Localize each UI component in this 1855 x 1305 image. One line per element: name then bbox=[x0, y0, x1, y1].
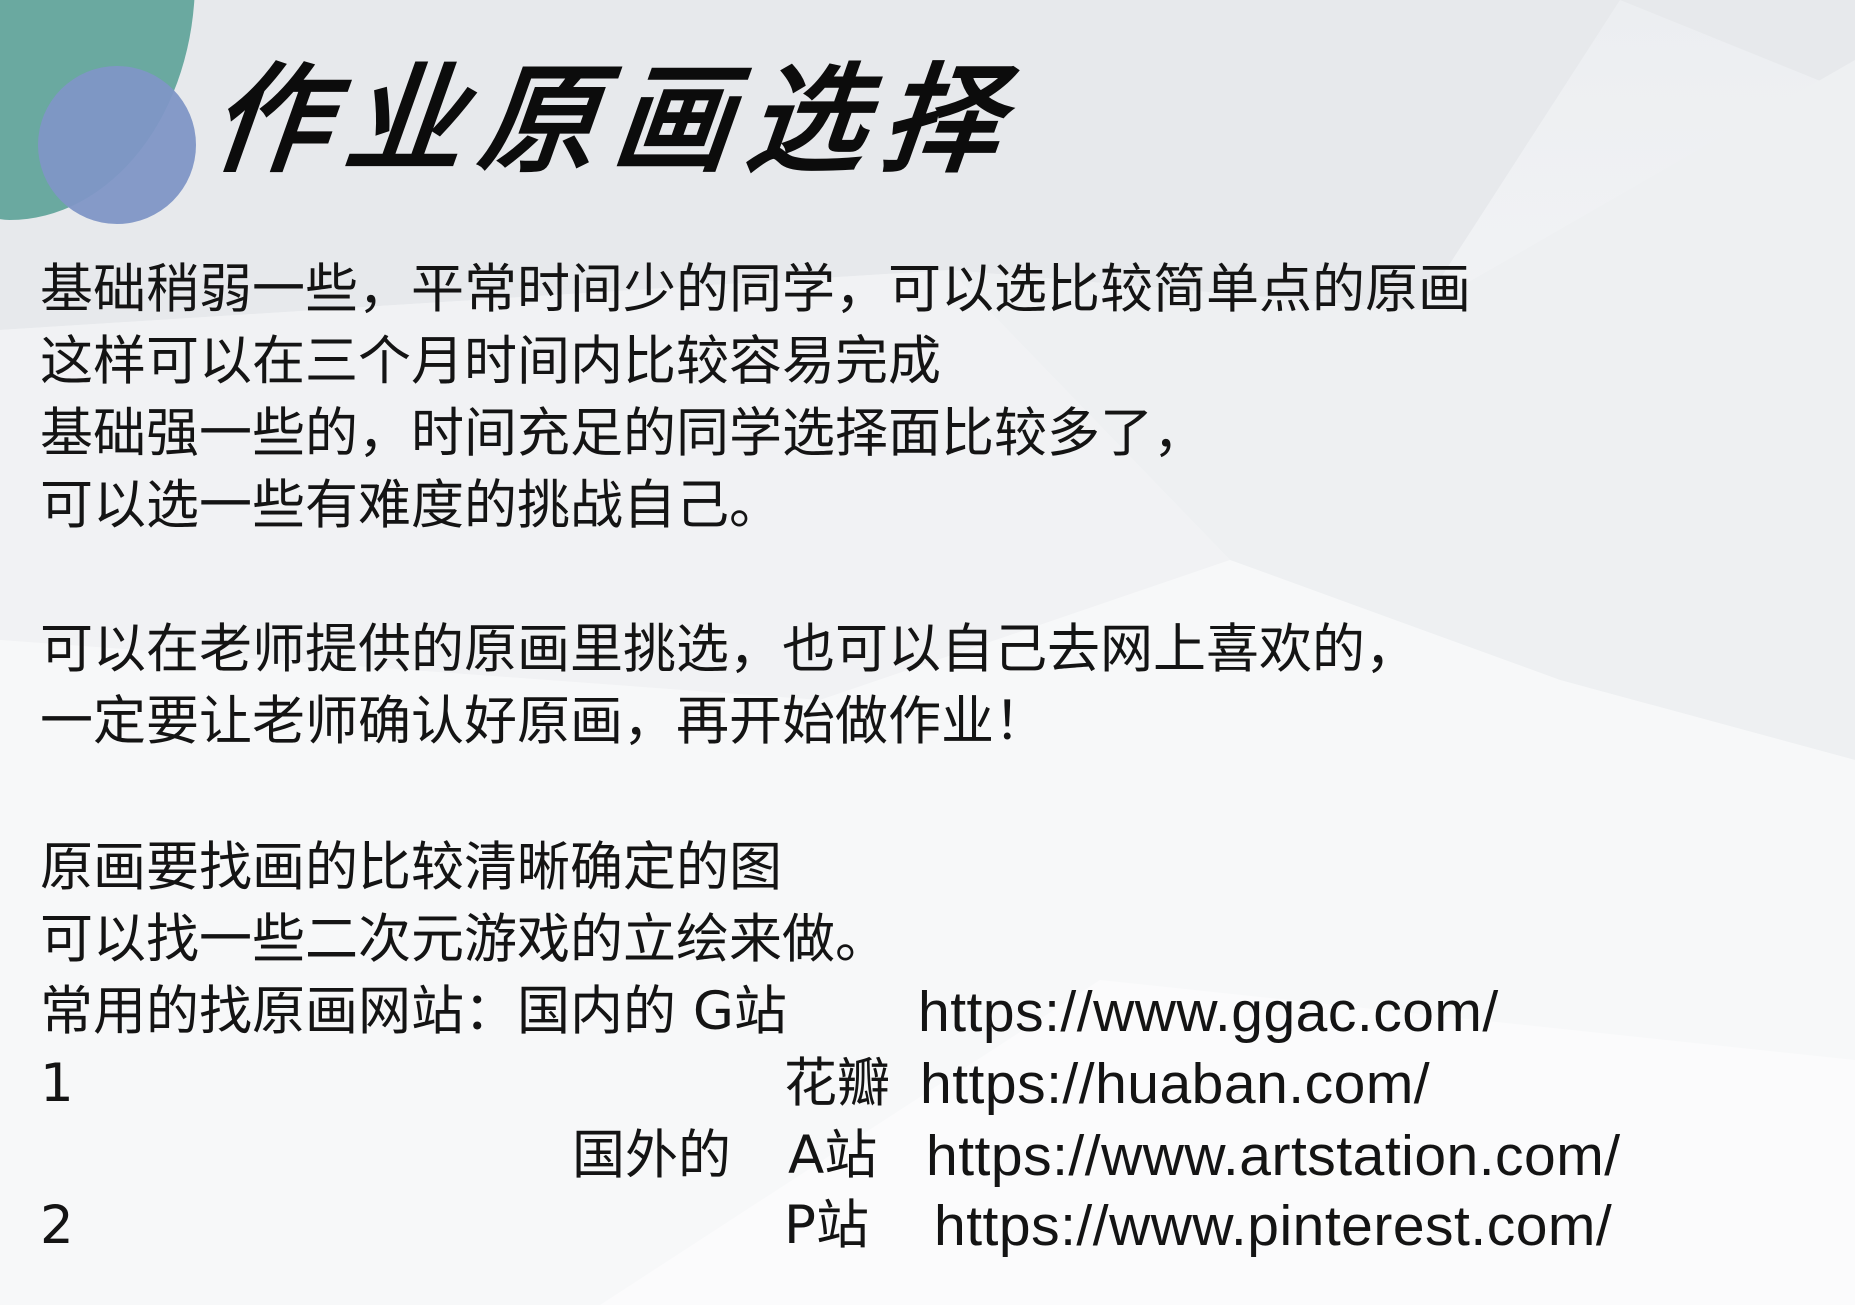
pinterest-label: P站 bbox=[784, 1195, 869, 1256]
text-line: 一定要让老师确认好原画，再开始做作业！ bbox=[40, 691, 1047, 752]
site-row-artstation: 国外的 A站 https://www.artstation.com/ bbox=[40, 1120, 1820, 1192]
paragraph-selection: 可以在老师提供的原画里挑选，也可以自己去网上喜欢的， 一定要让老师确认好原画，再… bbox=[40, 614, 1418, 758]
text-line: 这样可以在三个月时间内比较容易完成 bbox=[40, 331, 941, 392]
paragraph-requirements: 原画要找画的比较清晰确定的图 可以找一些二次元游戏的立绘来做。 bbox=[40, 832, 888, 976]
row-number-1: 1 bbox=[40, 1053, 74, 1114]
blue-decoration-circle bbox=[38, 66, 196, 224]
pinterest-link[interactable]: https://www.pinterest.com/ bbox=[934, 1190, 1612, 1262]
site-row-huaban: 1 花瓣 https://huaban.com/ bbox=[40, 1048, 1820, 1120]
artstation-label: A站 bbox=[788, 1125, 878, 1186]
paragraph-basics: 基础稍弱一些，平常时间少的同学，可以选比较简单点的原画 这样可以在三个月时间内比… bbox=[40, 254, 1471, 542]
slide-title: 作业原画选择 bbox=[204, 51, 1024, 189]
row-number-2: 2 bbox=[40, 1195, 74, 1256]
text-line: 基础强一些的，时间充足的同学选择面比较多了， bbox=[40, 403, 1206, 464]
text-line: 基础稍弱一些，平常时间少的同学，可以选比较简单点的原画 bbox=[40, 259, 1471, 320]
huaban-label: 花瓣 bbox=[784, 1053, 890, 1114]
slide: 作业原画选择 基础稍弱一些，平常时间少的同学，可以选比较简单点的原画 这样可以在… bbox=[0, 0, 1855, 1305]
foreign-label: 国外的 bbox=[572, 1125, 731, 1186]
artstation-link[interactable]: https://www.artstation.com/ bbox=[926, 1120, 1621, 1192]
text-line: 可以找一些二次元游戏的立绘来做。 bbox=[40, 909, 888, 970]
text-line: 可以在老师提供的原画里挑选，也可以自己去网上喜欢的， bbox=[40, 619, 1418, 680]
sites-intro-label: 常用的找原画网站：国内的 G站 bbox=[40, 981, 787, 1042]
site-row-pinterest: 2 P站 https://www.pinterest.com/ bbox=[40, 1190, 1820, 1262]
site-row-ggac: 常用的找原画网站：国内的 G站 https://www.ggac.com/ bbox=[40, 976, 1820, 1048]
ggac-link[interactable]: https://www.ggac.com/ bbox=[918, 976, 1499, 1048]
text-line: 原画要找画的比较清晰确定的图 bbox=[40, 837, 782, 898]
huaban-link[interactable]: https://huaban.com/ bbox=[920, 1048, 1430, 1120]
text-line: 可以选一些有难度的挑战自己。 bbox=[40, 475, 782, 536]
